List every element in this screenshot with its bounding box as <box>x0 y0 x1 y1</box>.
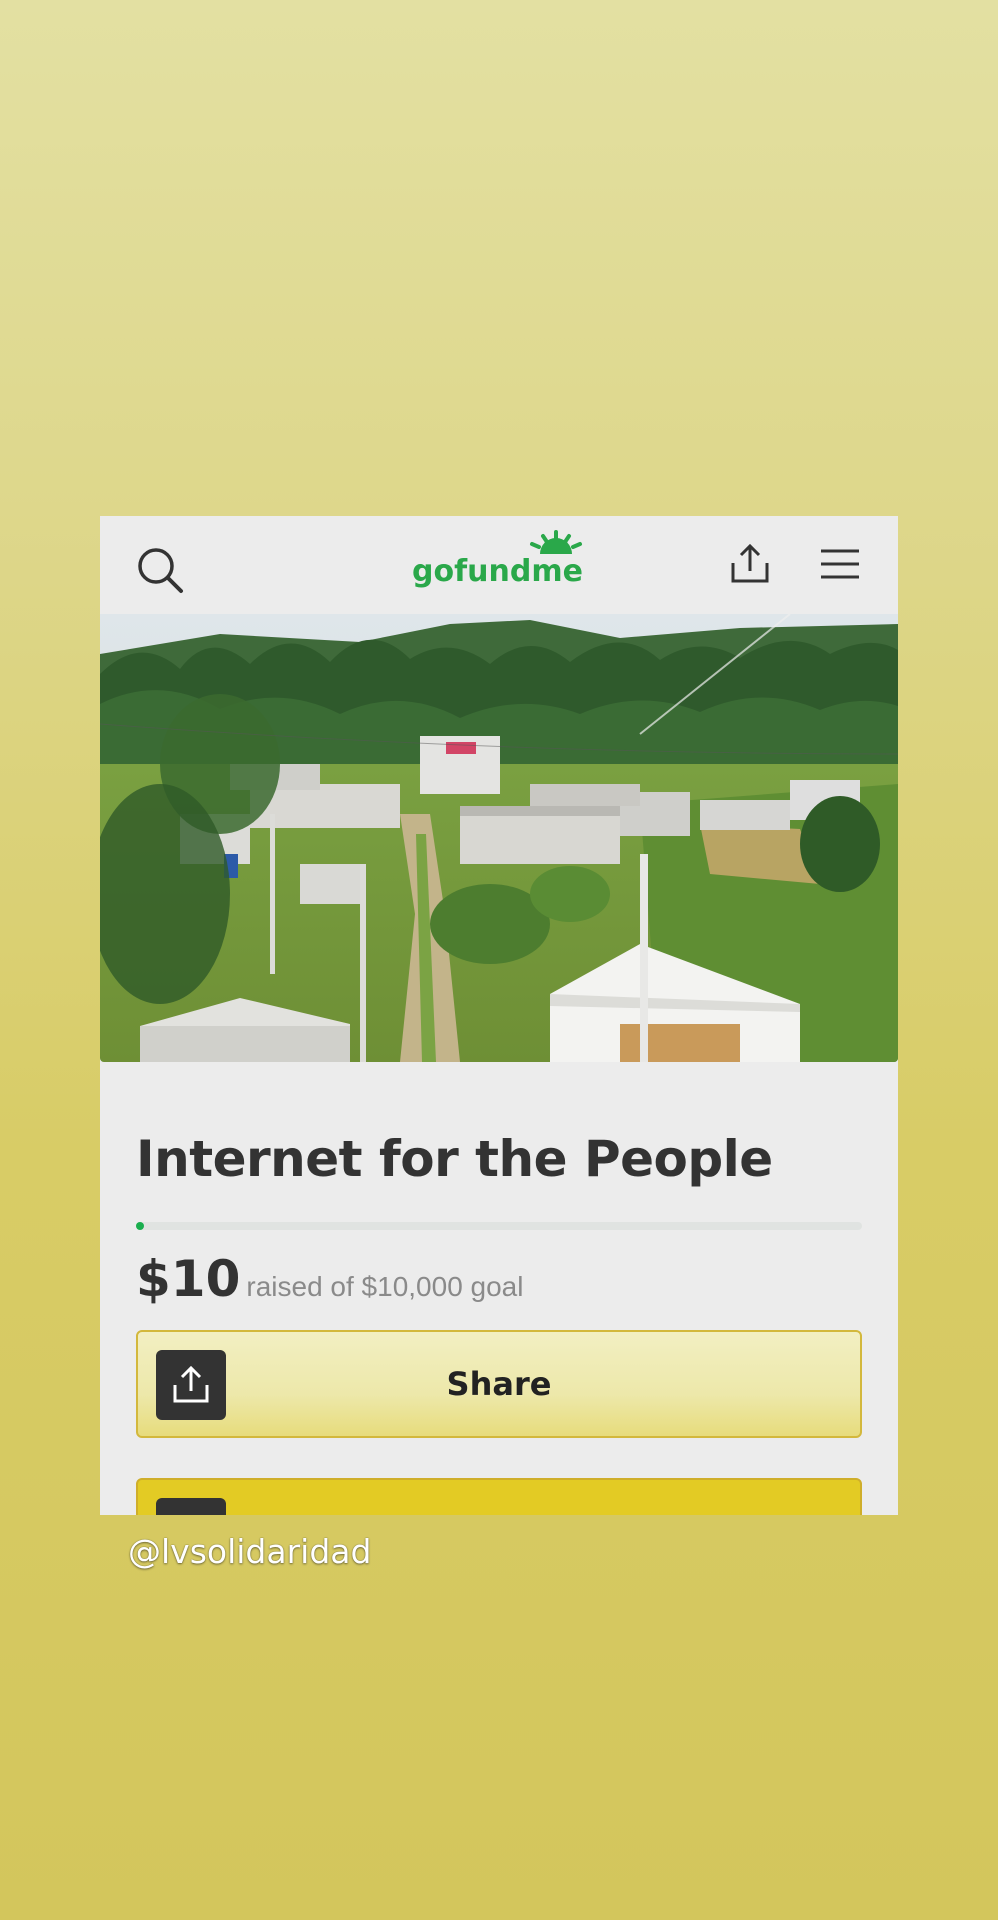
top-nav-bar: gofundme <box>100 516 898 614</box>
progress-fill <box>136 1222 144 1230</box>
gofundme-logo[interactable]: gofundme <box>412 528 588 592</box>
account-handle: @lvsolidaridad <box>128 1532 372 1571</box>
share-button[interactable]: Share <box>136 1330 862 1438</box>
menu-button[interactable] <box>814 538 866 590</box>
goal-text: raised of $10,000 goal <box>246 1271 524 1302</box>
search-button[interactable] <box>134 544 186 596</box>
logo-text: gofundme <box>412 554 583 589</box>
donate-icon <box>156 1498 226 1515</box>
share-upload-icon <box>731 543 769 583</box>
header-share-button[interactable] <box>724 538 776 590</box>
campaign-hero-image[interactable] <box>100 614 898 1062</box>
search-icon <box>138 548 183 593</box>
amount-raised: $10 <box>136 1250 241 1308</box>
donate-button[interactable] <box>136 1478 862 1515</box>
village-photo <box>100 614 898 1062</box>
share-button-label: Share <box>446 1365 552 1403</box>
hamburger-menu-icon <box>821 549 859 579</box>
fundraising-progress-bar <box>136 1222 862 1230</box>
campaign-title: Internet for the People <box>136 1130 773 1188</box>
amount-summary: $10 raised of $10,000 goal <box>136 1250 523 1308</box>
campaign-card: gofundme Internet for the People $10 rai… <box>100 516 898 1515</box>
